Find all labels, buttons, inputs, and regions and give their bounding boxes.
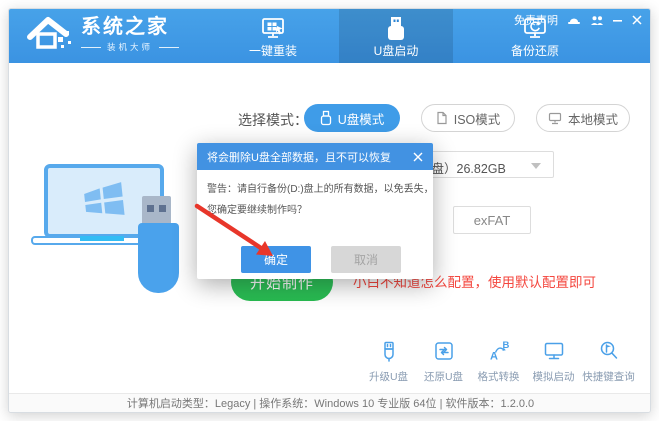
dialog-cancel-button[interactable]: 取消 (331, 246, 401, 273)
tagline-line-right (159, 47, 179, 48)
local-monitor-icon (548, 112, 562, 125)
tool-upgrade-usb-label: 升级U盘 (369, 369, 408, 384)
users-icon[interactable] (590, 15, 604, 26)
brand-text: 系统之家 装机大师 (81, 15, 179, 53)
monitor-icon (542, 339, 566, 363)
usb-mode-icon (320, 110, 332, 126)
restore-box-icon (432, 339, 456, 363)
house-logo-icon (27, 15, 73, 53)
dialog-titlebar: 将会删除U盘全部数据，且不可以恢复 (197, 143, 433, 170)
tab-reinstall[interactable]: 一键重装 (215, 9, 331, 63)
mode-select-label: 选择模式： (238, 110, 308, 130)
tool-restore-usb-label: 还原U盘 (424, 369, 463, 384)
status-bar: 计算机启动类型：Legacy | 操作系统：Windows 10 专业版 64位… (9, 393, 651, 413)
laptop-notch (80, 236, 124, 241)
tool-upgrade-usb[interactable]: 升级U盘 (361, 339, 416, 384)
tool-simulate-boot[interactable]: 模拟启动 (526, 339, 581, 384)
dropdown-arrow-icon (531, 163, 541, 169)
header: 系统之家 装机大师 (9, 9, 650, 63)
usb-slot (159, 205, 166, 212)
svg-text:A: A (490, 351, 498, 363)
dialog-title: 将会删除U盘全部数据，且不可以恢复 (207, 149, 391, 165)
brand-name: 系统之家 (81, 15, 179, 39)
tool-restore-usb[interactable]: 还原U盘 (416, 339, 471, 384)
tool-format-convert[interactable]: A B 格式转换 (471, 339, 526, 384)
dialog-ok-button[interactable]: 确定 (241, 246, 311, 273)
a-to-b-convert-icon: A B (487, 339, 511, 363)
brand-tagline: 装机大师 (81, 41, 179, 53)
reinstall-monitor-icon (260, 14, 286, 44)
app-root: 系统之家 装机大师 (0, 0, 659, 421)
app-window: 系统之家 装机大师 (8, 8, 651, 413)
dialog-warning-line1: 警告：请自行备份(D:)盘上的所有数据，以免丢失， (207, 179, 425, 200)
usb-stick-connector (142, 196, 171, 223)
tab-usb-boot[interactable]: U盘启动 (339, 9, 453, 63)
tool-simulate-boot-label: 模拟启动 (533, 369, 575, 384)
tab-backup-restore-label: 备份还原 (511, 44, 559, 58)
usb-drive-icon (383, 14, 409, 44)
disclaimer-link[interactable]: 免责声明 (514, 12, 558, 28)
magnifier-flag-icon (597, 339, 621, 363)
tab-reinstall-label: 一键重装 (249, 44, 297, 58)
iso-file-icon (436, 111, 448, 125)
tab-usb-boot-label: U盘启动 (374, 44, 419, 58)
usb-plug-icon (377, 339, 401, 363)
mode-local-button[interactable]: 本地模式 (536, 104, 630, 132)
mode-iso-label: ISO模式 (454, 109, 501, 128)
tagline-line-left (81, 47, 101, 48)
brand-tagline-text: 装机大师 (107, 41, 153, 53)
mode-local-label: 本地模式 (568, 109, 618, 128)
hat-icon[interactable] (567, 14, 581, 26)
utility-toolbar: 升级U盘 还原U盘 A B 格式转 (361, 339, 636, 384)
brand-logo: 系统之家 装机大师 (27, 15, 179, 53)
minimize-icon[interactable] (613, 15, 623, 25)
dialog-close-icon[interactable] (413, 152, 423, 162)
tool-hotkey-query[interactable]: 快捷键查询 (581, 339, 636, 384)
laptop-usb-illustration (29, 159, 204, 309)
tool-format-convert-label: 格式转换 (478, 369, 520, 384)
format-exfat-button[interactable]: exFAT (453, 206, 531, 234)
usb-stick-body (138, 223, 179, 293)
close-icon[interactable] (632, 15, 642, 25)
usb-slot (147, 205, 154, 212)
erase-warning-dialog: 将会删除U盘全部数据，且不可以恢复 警告：请自行备份(D:)盘上的所有数据，以免… (197, 143, 433, 279)
titlebar-controls: 免责声明 (514, 12, 642, 28)
mode-iso-button[interactable]: ISO模式 (421, 104, 515, 132)
tool-hotkey-query-label: 快捷键查询 (582, 369, 635, 384)
mode-usb-button[interactable]: U盘模式 (304, 104, 400, 132)
dialog-body: 警告：请自行备份(D:)盘上的所有数据，以免丢失， 您确定要继续制作吗？ (197, 170, 433, 221)
dialog-warning-line2: 您确定要继续制作吗？ (207, 200, 425, 221)
mode-usb-label: U盘模式 (338, 109, 385, 128)
windows-logo-icon (81, 182, 127, 220)
